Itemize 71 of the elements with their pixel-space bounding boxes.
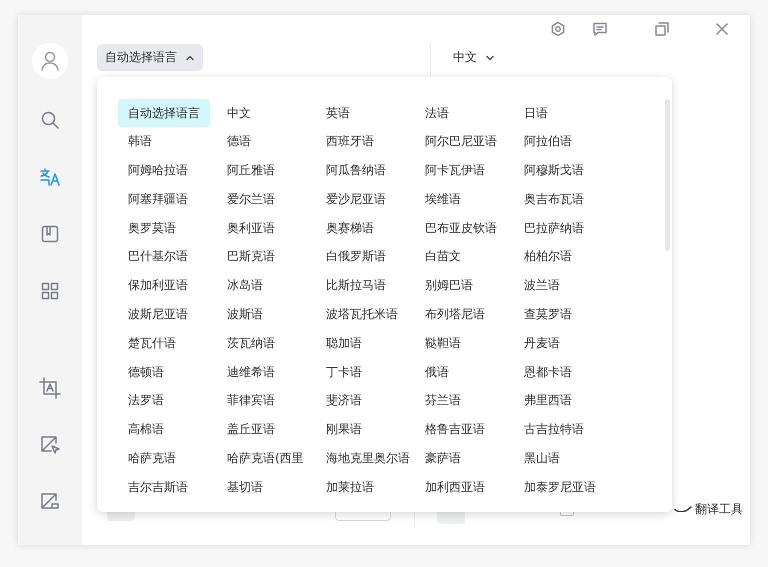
language-option[interactable]: 布列塔尼语 — [415, 300, 495, 329]
language-option[interactable]: 丹麦语 — [514, 329, 570, 358]
language-option[interactable]: 哈萨克语 — [118, 444, 186, 473]
language-option[interactable]: 斐济语 — [316, 386, 372, 415]
language-option[interactable]: 别姆巴语 — [415, 272, 483, 300]
language-option[interactable]: 西班牙语 — [316, 128, 384, 156]
language-option[interactable]: 恩都卡语 — [514, 358, 582, 386]
language-option[interactable]: 格鲁吉亚语 — [415, 416, 495, 444]
language-option[interactable]: 菲律宾语 — [217, 386, 285, 415]
language-option[interactable]: 阿穆斯戈语 — [514, 156, 594, 185]
language-option[interactable]: 白俄罗斯语 — [316, 242, 396, 271]
language-option[interactable]: 德顿语 — [118, 358, 174, 386]
language-option[interactable]: 波塔瓦托米语 — [316, 300, 408, 329]
language-option[interactable]: 俄语 — [415, 358, 459, 386]
language-option[interactable]: 奥罗莫语 — [118, 214, 186, 242]
language-option[interactable]: 芬兰语 — [415, 386, 471, 415]
language-option[interactable]: 柏柏尔语 — [514, 242, 582, 271]
language-option[interactable]: 比斯拉马语 — [316, 272, 396, 300]
language-option[interactable]: 基切语 — [217, 473, 273, 502]
language-option[interactable]: 冰岛语 — [217, 272, 273, 300]
language-option[interactable]: 阿尔巴尼亚语 — [415, 128, 507, 156]
language-option[interactable]: 加利西亚语 — [415, 473, 495, 502]
language-option[interactable]: 波兰语 — [514, 272, 570, 300]
language-option[interactable]: 茨瓦纳语 — [217, 329, 285, 358]
language-option[interactable]: 奥吉布瓦语 — [514, 185, 594, 214]
language-option[interactable]: 阿瓜鲁纳语 — [316, 156, 396, 185]
language-option[interactable]: 德语 — [217, 128, 261, 156]
language-option[interactable]: 白苗文 — [415, 242, 471, 271]
language-option[interactable]: 阿丘雅语 — [217, 156, 285, 185]
language-option[interactable]: 巴斯克语 — [217, 242, 285, 271]
language-option[interactable]: 韩语 — [118, 128, 162, 156]
language-option[interactable]: 鞑靼语 — [415, 329, 471, 358]
language-option[interactable]: 巴什基尔语 — [118, 242, 198, 271]
language-option[interactable]: 吉尔吉斯语 — [118, 473, 198, 502]
language-option[interactable]: 波斯语 — [217, 300, 273, 329]
language-option[interactable]: 丁卡语 — [316, 358, 372, 386]
language-option[interactable]: 查莫罗语 — [514, 300, 582, 329]
language-option[interactable]: 高棉语 — [118, 416, 174, 444]
language-option[interactable]: 刚果语 — [316, 416, 372, 444]
language-option[interactable]: 爱尔兰语 — [217, 185, 285, 214]
language-option[interactable]: 加泰罗尼亚语 — [514, 473, 606, 502]
translation-tool-link[interactable]: 翻译工具 — [674, 500, 743, 518]
language-option[interactable]: 波斯尼亚语 — [118, 300, 198, 329]
language-option[interactable]: 爱沙尼亚语 — [316, 185, 396, 214]
language-option[interactable]: 中文 — [217, 99, 261, 127]
language-option[interactable]: 奥利亚语 — [217, 214, 285, 242]
language-option[interactable]: 英语 — [316, 99, 360, 127]
language-option[interactable]: 日语 — [514, 99, 558, 127]
language-option[interactable]: 保加利亚语 — [118, 272, 198, 300]
language-option[interactable]: 奥赛梯语 — [316, 214, 384, 242]
language-option[interactable]: 巴布亚皮钦语 — [415, 214, 507, 242]
target-language-dropdown[interactable]: 中文 — [445, 44, 503, 71]
language-option[interactable]: 法语 — [415, 99, 459, 127]
language-option[interactable]: 阿塞拜疆语 — [118, 185, 198, 214]
language-option[interactable]: 加莱拉语 — [316, 473, 384, 502]
language-option[interactable]: 弗里西语 — [514, 386, 582, 415]
language-option[interactable]: 巴拉萨纳语 — [514, 214, 594, 242]
language-option[interactable]: 迪维希语 — [217, 358, 285, 386]
language-option[interactable]: 聪加语 — [316, 329, 372, 358]
language-option[interactable]: 自动选择语言 — [118, 99, 210, 127]
language-option[interactable]: 法罗语 — [118, 386, 174, 415]
language-option[interactable]: 哈萨克语(西里 — [217, 444, 314, 473]
language-option[interactable]: 阿卡瓦伊语 — [415, 156, 495, 185]
language-option[interactable]: 埃维语 — [415, 185, 471, 214]
language-option[interactable]: 楚瓦什语 — [118, 329, 186, 358]
language-option[interactable]: 阿姆哈拉语 — [118, 156, 198, 185]
language-option[interactable]: 黑山语 — [514, 444, 570, 473]
language-option[interactable]: 阿拉伯语 — [514, 128, 582, 156]
language-option[interactable]: 古吉拉特语 — [514, 416, 594, 444]
language-option[interactable]: 盖丘亚语 — [217, 416, 285, 444]
source-language-dropdown[interactable]: 自动选择语言 — [97, 44, 203, 71]
